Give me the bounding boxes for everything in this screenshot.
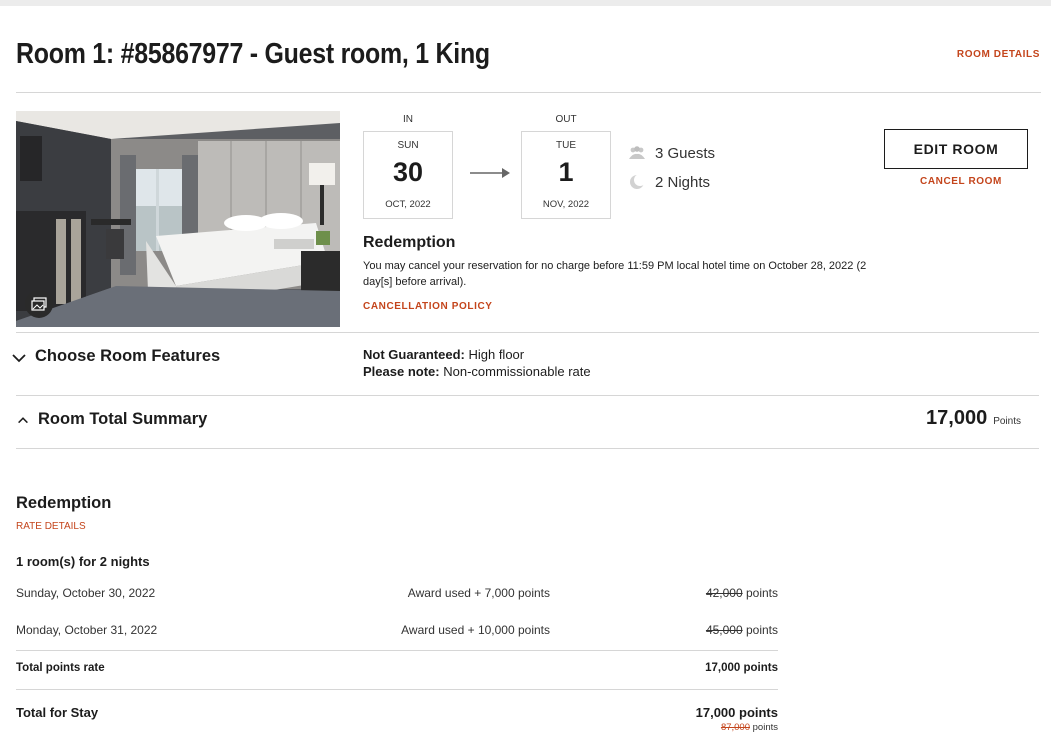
please-note-label: Please note: (363, 364, 440, 379)
arrow-right-icon (470, 166, 510, 185)
stay-original-unit: points (750, 722, 778, 733)
divider (16, 395, 1039, 396)
top-bar (0, 0, 1051, 6)
cancel-room-link[interactable]: CANCEL ROOM (884, 176, 1038, 187)
divider (16, 332, 1039, 333)
total-points-value: 17,000 (926, 407, 988, 429)
guests-info: 3 Guests (628, 144, 715, 162)
checkout-day: 1 (558, 157, 574, 187)
checkout-date-box: TUE 1 NOV, 2022 (521, 131, 611, 219)
features-label: Choose Room Features (35, 347, 221, 365)
night-date: Monday, October 31, 2022 (16, 623, 158, 637)
edit-room-button[interactable]: EDIT ROOM (884, 129, 1028, 169)
checkin-label: IN (403, 114, 413, 125)
room-photo-image (16, 111, 340, 327)
points-unit: points (742, 586, 778, 600)
night-award: Award used + 10,000 points (401, 623, 550, 637)
total-for-stay-value: 17,000 points (695, 705, 778, 720)
divider (16, 448, 1039, 449)
total-for-stay-label: Total for Stay (16, 705, 99, 720)
original-points-value: 42,000 (705, 586, 743, 600)
room-notes: Not Guaranteed: High floor Please note: … (363, 346, 591, 380)
redemption-heading: Redemption (363, 234, 456, 251)
room-total-points: 17,000 Points (926, 407, 1021, 430)
guests-text: 3 Guests (655, 144, 716, 162)
gallery-icon[interactable] (25, 290, 53, 318)
divider (16, 689, 778, 690)
breakdown-heading: Redemption (16, 494, 112, 512)
room-title: Room 1: #85867977 - Guest room, 1 King (16, 38, 490, 70)
checkin-date-box: SUN 30 OCT, 2022 (363, 131, 453, 219)
chevron-down-icon (12, 353, 26, 362)
moon-icon (628, 173, 646, 191)
nights-info: 2 Nights (628, 173, 710, 191)
people-icon (628, 144, 646, 162)
nights-text: 2 Nights (655, 173, 711, 191)
points-unit: points (742, 623, 778, 637)
original-points-value: 45,000 (705, 623, 743, 637)
cancellation-text: You may cancel your reservation for no c… (363, 260, 867, 288)
divider (16, 92, 1041, 93)
not-guaranteed-value: High floor (468, 347, 525, 362)
total-rate-label: Total points rate (16, 662, 105, 674)
checkin-dow: SUN (397, 140, 419, 151)
checkout-month: NOV, 2022 (542, 199, 590, 210)
chevron-up-icon (18, 416, 28, 423)
night-original-points: 45,000 points (706, 623, 778, 637)
divider (16, 650, 778, 651)
not-guaranteed-label: Not Guaranteed: (363, 347, 465, 362)
rooms-for-nights: 1 room(s) for 2 nights (16, 554, 150, 569)
night-award: Award used + 7,000 points (407, 586, 550, 600)
rate-details-link[interactable]: RATE DETAILS (16, 521, 86, 532)
total-rate-value: 17,000 points (705, 662, 778, 674)
cancellation-policy-link[interactable]: CANCELLATION POLICY (363, 301, 493, 312)
checkin-month: OCT, 2022 (385, 199, 431, 210)
room-details-link[interactable]: ROOM DETAILS (957, 49, 1040, 60)
checkin-day: 30 (392, 157, 424, 187)
please-note-value: Non-commissionable rate (443, 364, 591, 379)
room-photo[interactable] (16, 111, 340, 327)
night-original-points: 42,000 points (706, 586, 778, 600)
total-points-unit: Points (993, 416, 1021, 427)
checkout-label: OUT (555, 114, 577, 125)
checkout-dow: TUE (556, 140, 576, 151)
choose-room-features-toggle[interactable]: Choose Room Features (11, 347, 220, 366)
total-for-stay-original: 87,000 points (721, 722, 778, 733)
room-total-summary-toggle[interactable]: Room Total Summary (16, 410, 207, 429)
night-date: Sunday, October 30, 2022 (16, 586, 156, 600)
summary-label: Room Total Summary (38, 410, 208, 428)
stay-original-value: 87,000 (720, 722, 750, 733)
